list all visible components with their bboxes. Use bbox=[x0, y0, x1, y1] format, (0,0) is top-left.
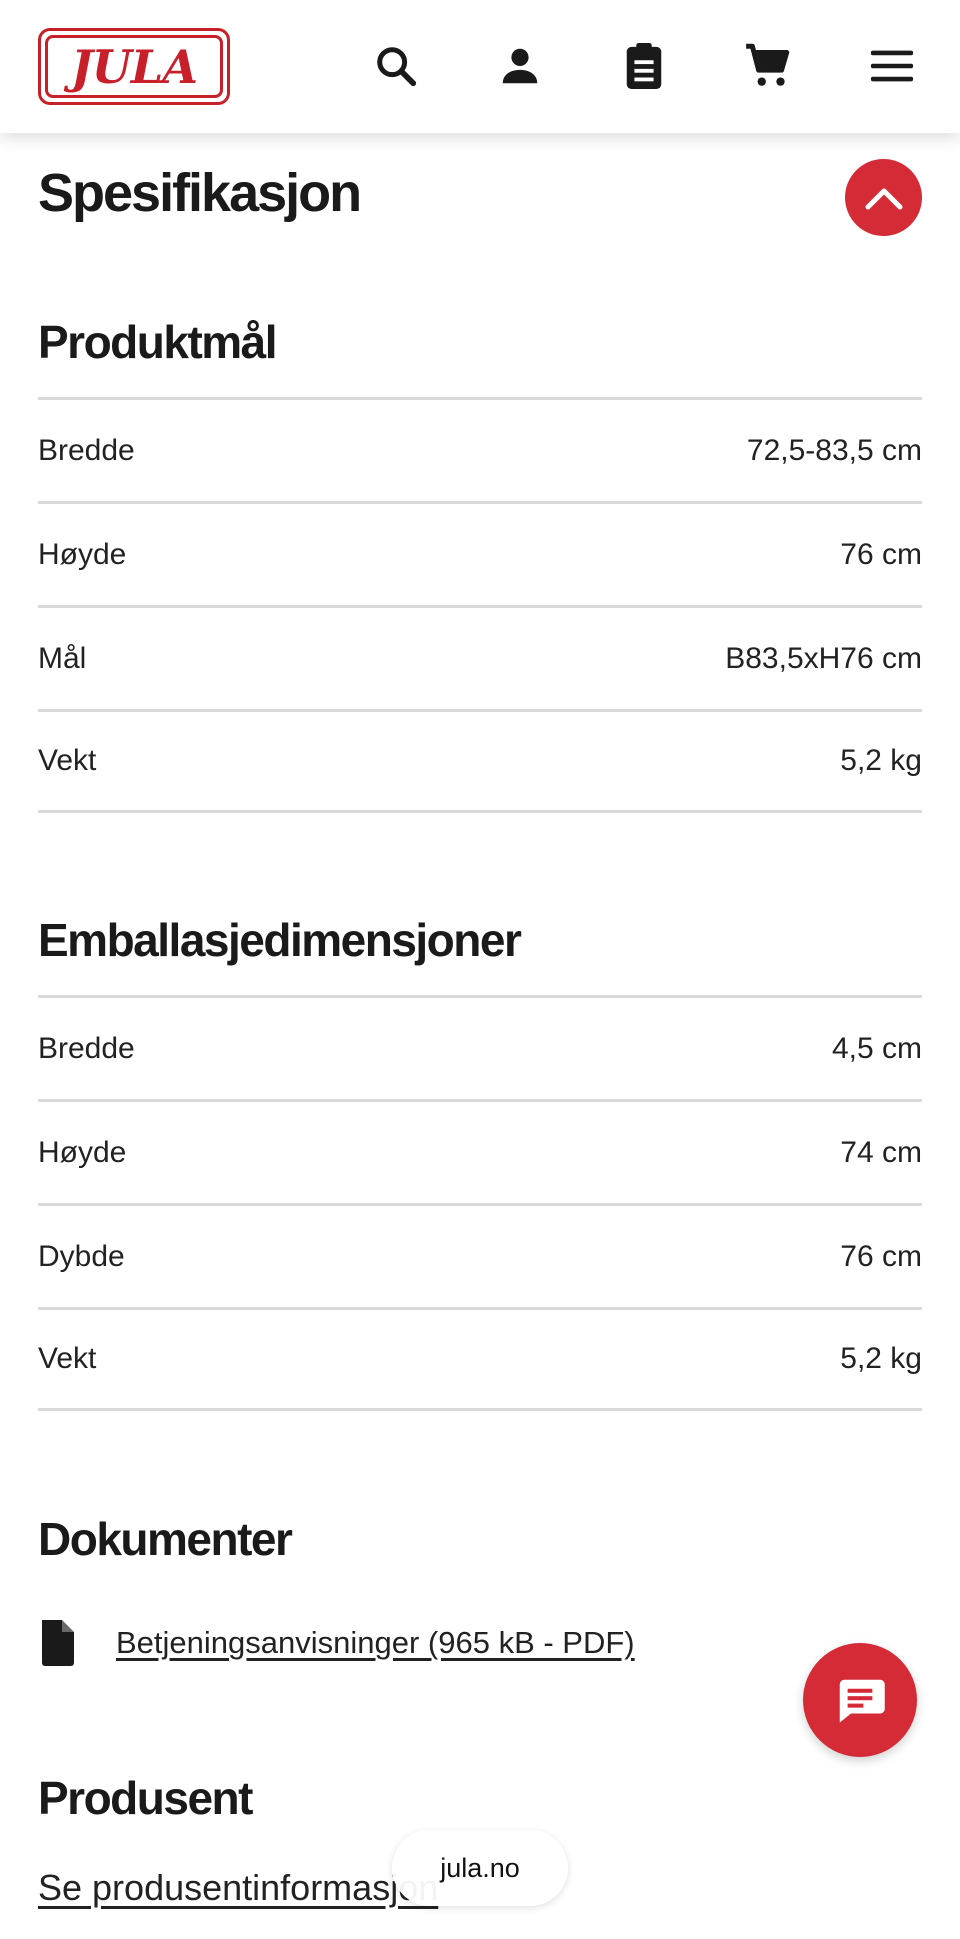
document-link[interactable]: Betjeningsanvisninger (965 kB - PDF) bbox=[38, 1618, 635, 1668]
chevron-up-icon bbox=[865, 188, 902, 209]
section-heading-documents: Dokumenter bbox=[38, 1513, 293, 1565]
browser-url: jula.no bbox=[440, 1852, 520, 1883]
spec-label: Bredde bbox=[38, 1031, 135, 1065]
spec-row: Høyde 74 cm bbox=[38, 1099, 922, 1203]
spec-label: Høyde bbox=[38, 537, 127, 571]
chat-icon bbox=[839, 1679, 885, 1723]
chat-button[interactable] bbox=[803, 1643, 917, 1757]
spec-value: 72,5-83,5 cm bbox=[746, 433, 922, 467]
menu-icon[interactable] bbox=[866, 40, 918, 92]
account-icon[interactable] bbox=[494, 40, 546, 92]
logo-text: JULA bbox=[71, 39, 198, 94]
spec-value: 76 cm bbox=[840, 537, 922, 571]
section-heading-package-dimensions: Emballasjedimensjoner bbox=[38, 914, 522, 966]
spec-row: Bredde 72,5-83,5 cm bbox=[38, 397, 922, 501]
spec-label: Mål bbox=[38, 641, 87, 675]
spec-value: 4,5 cm bbox=[831, 1031, 922, 1065]
spec-label: Bredde bbox=[38, 433, 135, 467]
collapse-button[interactable] bbox=[845, 159, 922, 236]
spec-value: 5,2 kg bbox=[840, 744, 922, 777]
section-heading-producer: Produsent bbox=[38, 1772, 253, 1824]
file-icon bbox=[42, 1620, 74, 1666]
spec-row: Vekt 5,2 kg bbox=[38, 709, 922, 813]
spec-label: Vekt bbox=[38, 1342, 97, 1375]
spec-value: B83,5xH76 cm bbox=[725, 641, 922, 675]
spec-label: Vekt bbox=[38, 744, 97, 777]
logo-frame: JULA bbox=[45, 35, 223, 98]
search-icon[interactable] bbox=[370, 40, 422, 92]
spec-label: Dybde bbox=[38, 1239, 125, 1273]
site-header: JULA bbox=[0, 0, 960, 133]
cart-icon[interactable] bbox=[742, 40, 794, 92]
spec-value: 74 cm bbox=[840, 1135, 922, 1169]
clipboard-icon[interactable] bbox=[618, 40, 670, 92]
document-link-label[interactable]: Betjeningsanvisninger (965 kB - PDF) bbox=[116, 1625, 635, 1661]
spec-row: Bredde 4,5 cm bbox=[38, 995, 922, 1099]
spec-row: Mål B83,5xH76 cm bbox=[38, 605, 922, 709]
spec-value: 5,2 kg bbox=[840, 1342, 922, 1375]
page-title: Spesifikasjon bbox=[38, 163, 362, 223]
browser-url-pill[interactable]: jula.no bbox=[392, 1830, 568, 1906]
section-heading-product-dimensions: Produktmål bbox=[38, 316, 278, 368]
spec-label: Høyde bbox=[38, 1135, 127, 1169]
spec-row: Høyde 76 cm bbox=[38, 501, 922, 605]
jula-logo[interactable]: JULA bbox=[38, 28, 230, 105]
producer-info-link[interactable]: Se produsentinformasjon bbox=[38, 1867, 438, 1909]
spec-value: 76 cm bbox=[840, 1239, 922, 1273]
spec-row: Dybde 76 cm bbox=[38, 1203, 922, 1307]
spec-row: Vekt 5,2 kg bbox=[38, 1307, 922, 1411]
